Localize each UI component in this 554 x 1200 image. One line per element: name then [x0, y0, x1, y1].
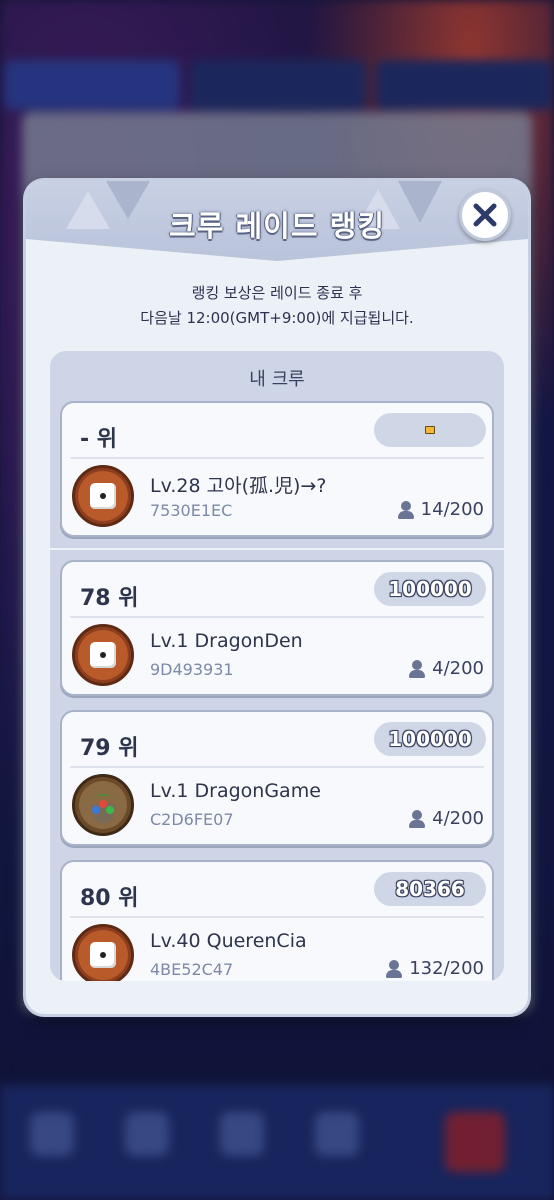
dice-icon: [90, 642, 116, 668]
ranking-panel[interactable]: 내 크루 - 위 Lv.28 고아(孤.児)→? 7530E1EC 14/200…: [50, 351, 504, 981]
crew-code: 4BE52C47: [150, 960, 234, 979]
crew-score: 100000: [374, 572, 486, 606]
crew-code: C2D6FE07: [150, 810, 234, 829]
card-divider: [70, 457, 484, 459]
close-button[interactable]: [459, 189, 511, 241]
section-divider: [50, 548, 504, 550]
dice-icon: [90, 942, 116, 968]
crew-code: 7530E1EC: [150, 501, 233, 520]
notice-line-1: 랭킹 보상은 레이드 종료 후: [191, 284, 363, 302]
crew-rank: 79 위: [80, 736, 139, 761]
dice-icon: [90, 483, 116, 509]
ranking-row[interactable]: 79 위 100000 Lv.1 DragonGame C2D6FE07 4/2…: [60, 710, 494, 846]
my-crew-card[interactable]: - 위 Lv.28 고아(孤.児)→? 7530E1EC 14/200: [60, 401, 494, 537]
member-count: 4/200: [408, 808, 484, 829]
card-divider: [70, 616, 484, 618]
person-icon: [385, 959, 403, 978]
score-placeholder-icon: [425, 426, 435, 434]
my-crew-section-title: 내 크루: [249, 369, 305, 390]
card-divider: [70, 916, 484, 918]
crew-code: 9D493931: [150, 660, 234, 679]
notice-line-2: 다음날 12:00(GMT+9:00)에 지급됩니다.: [140, 309, 414, 327]
member-count-value: 4/200: [432, 808, 484, 829]
crew-name: Lv.1 DragonDen: [150, 630, 303, 652]
crew-avatar: [72, 774, 134, 836]
member-count: 132/200: [385, 958, 484, 979]
crew-name: Lv.28 고아(孤.児)→?: [150, 475, 327, 497]
person-icon: [408, 659, 426, 678]
ranking-row[interactable]: 80 위 80366 Lv.40 QuerenCia 4BE52C47 132/…: [60, 860, 494, 981]
member-count-value: 14/200: [420, 499, 484, 520]
member-count-value: 132/200: [409, 958, 484, 979]
dragon-emblem-icon: [79, 781, 127, 829]
member-count-value: 4/200: [432, 658, 484, 679]
crew-avatar: [72, 924, 134, 981]
crew-raid-ranking-modal: 크루 레이드 랭킹 랭킹 보상은 레이드 종료 후 다음날 12:00(GMT+…: [26, 181, 528, 1014]
member-count: 4/200: [408, 658, 484, 679]
crew-score: [374, 413, 486, 447]
card-divider: [70, 766, 484, 768]
crew-name: Lv.1 DragonGame: [150, 780, 321, 802]
crew-rank: 78 위: [80, 586, 139, 611]
member-count: 14/200: [397, 499, 484, 520]
crew-avatar: [72, 624, 134, 686]
crew-score: 80366: [374, 872, 486, 906]
person-icon: [408, 809, 426, 828]
reward-notice: 랭킹 보상은 레이드 종료 후 다음날 12:00(GMT+9:00)에 지급됩…: [26, 281, 528, 331]
close-icon: [473, 203, 497, 227]
crew-name: Lv.40 QuerenCia: [150, 930, 307, 952]
person-icon: [397, 500, 415, 519]
crew-rank: 80 위: [80, 886, 139, 911]
crew-avatar: [72, 465, 134, 527]
modal-title: 크루 레이드 랭킹: [169, 209, 385, 243]
ranking-row[interactable]: 78 위 100000 Lv.1 DragonDen 9D493931 4/20…: [60, 560, 494, 696]
crew-rank: - 위: [80, 427, 118, 452]
crew-score: 100000: [374, 722, 486, 756]
